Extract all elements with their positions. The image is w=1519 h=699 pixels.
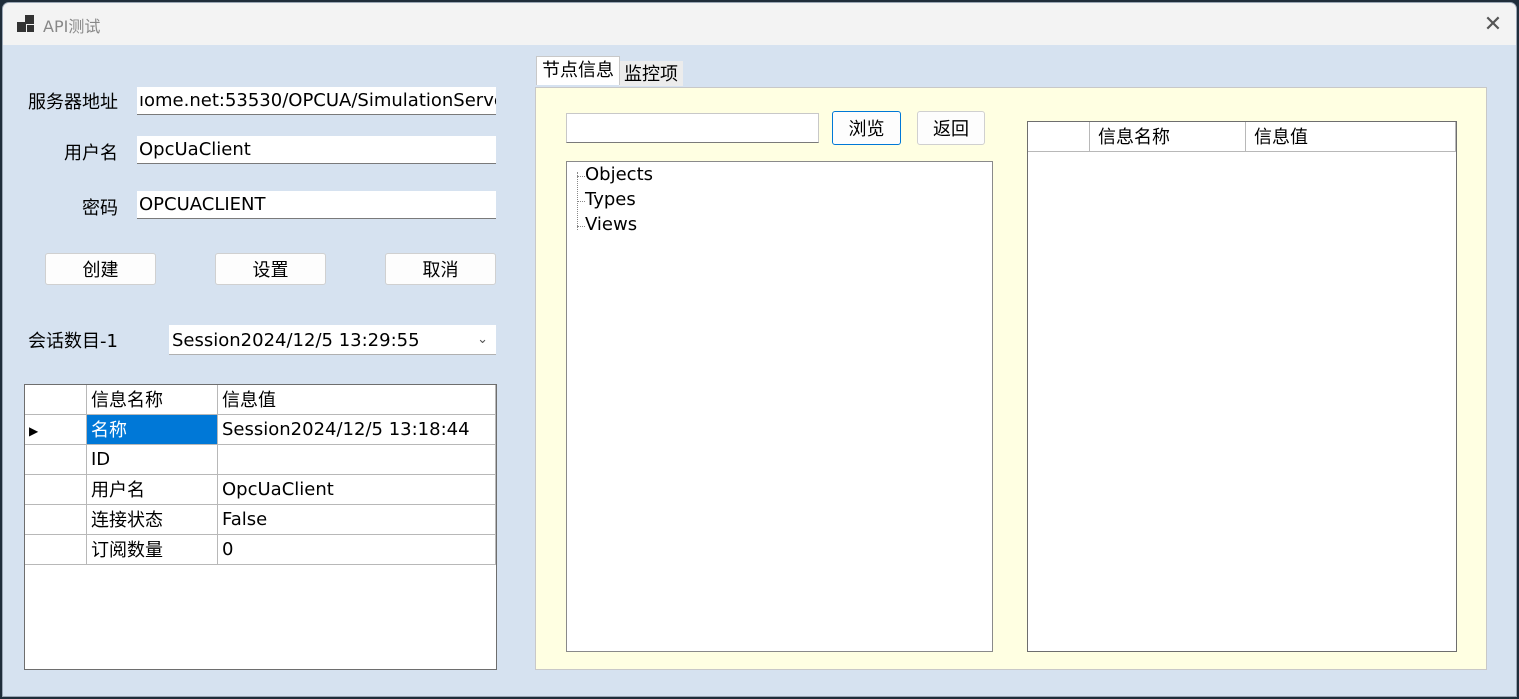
session-select-value: Session2024/12/5 13:29:55 [172,330,420,351]
tree-node-views[interactable]: Views [585,214,637,235]
cell-name[interactable]: 订阅数量 [86,534,218,565]
node-tree[interactable]: Objects Types Views [566,161,993,652]
session-info-grid[interactable]: 信息名称 信息值 ▶ 名称 Session2024/12/5 13:18:44 … [24,384,497,670]
username-input[interactable]: OpcUaClient [137,136,496,164]
window-title: API测试 [43,17,101,36]
cell-value[interactable]: OpcUaClient [217,474,496,505]
row-selector[interactable]: ▶ [25,414,87,445]
tree-branch-line [577,176,585,177]
cancel-button[interactable]: 取消 [385,253,496,285]
row-selector[interactable] [25,474,87,505]
column-header-value[interactable]: 信息值 [217,385,496,415]
column-header-name[interactable]: 信息名称 [1089,122,1246,152]
row-selector[interactable] [25,504,87,535]
row-selector[interactable] [25,444,87,475]
current-row-arrow-icon: ▶ [29,423,39,438]
column-header-name[interactable]: 信息名称 [86,385,218,415]
create-button[interactable]: 创建 [45,253,156,285]
settings-button[interactable]: 设置 [215,253,326,285]
table-row[interactable]: ▶ 名称 Session2024/12/5 13:18:44 [25,414,496,445]
column-header-value[interactable]: 信息值 [1245,122,1456,152]
password-label: 密码 [82,198,118,219]
node-search-input[interactable] [566,113,819,143]
tree-node-objects[interactable]: Objects [585,164,653,185]
cell-name[interactable]: ID [86,444,218,475]
session-count-label: 会话数目-1 [28,331,118,352]
cell-value[interactable]: False [217,504,496,535]
cell-value[interactable] [217,444,496,475]
cell-name[interactable]: 用户名 [86,474,218,505]
title-bar[interactable]: API测试 ✕ [3,3,1516,45]
tab-node-info[interactable]: 节点信息 [536,56,620,85]
session-select[interactable]: Session2024/12/5 13:29:55 ⌄ [169,325,496,355]
table-row[interactable]: 用户名 OpcUaClient [25,474,496,505]
tree-branch-line [577,201,585,202]
node-info-table: 信息名称 信息值 [1028,122,1456,152]
chevron-down-icon[interactable]: ⌄ [477,325,488,354]
grid-header-row: 信息名称 信息值 [1028,122,1456,152]
close-icon[interactable]: ✕ [1470,3,1516,45]
app-icon [17,15,35,33]
password-input[interactable]: OPCUACLIENT [137,191,496,219]
grid-header-row: 信息名称 信息值 [25,385,496,415]
server-address-input[interactable]: ıome.net:53530/OPCUA/SimulationServer [137,87,496,115]
back-button[interactable]: 返回 [917,111,985,145]
session-info-table: 信息名称 信息值 ▶ 名称 Session2024/12/5 13:18:44 … [25,385,496,565]
cell-value[interactable]: 0 [217,534,496,565]
cell-name[interactable]: 连接状态 [86,504,218,535]
server-address-label: 服务器地址 [28,92,118,113]
table-row[interactable]: ID [25,444,496,475]
tree-branch-line [577,226,585,227]
cell-name[interactable]: 名称 [86,414,218,445]
node-info-panel: 浏览 返回 Objects Types Views 信息名称 信息值 [535,87,1487,670]
browse-button[interactable]: 浏览 [832,111,901,145]
main-window: API测试 ✕ 服务器地址 ıome.net:53530/OPCUA/Simul… [2,2,1517,697]
node-info-grid[interactable]: 信息名称 信息值 [1027,121,1457,652]
row-header-corner [25,385,87,415]
username-label: 用户名 [64,143,118,164]
table-row[interactable]: 连接状态 False [25,504,496,535]
cell-value[interactable]: Session2024/12/5 13:18:44 [217,414,496,445]
tree-node-types[interactable]: Types [585,189,636,210]
row-header-corner [1028,122,1090,152]
table-row[interactable]: 订阅数量 0 [25,534,496,565]
row-selector[interactable] [25,534,87,565]
tab-monitored-items[interactable]: 监控项 [619,61,683,86]
